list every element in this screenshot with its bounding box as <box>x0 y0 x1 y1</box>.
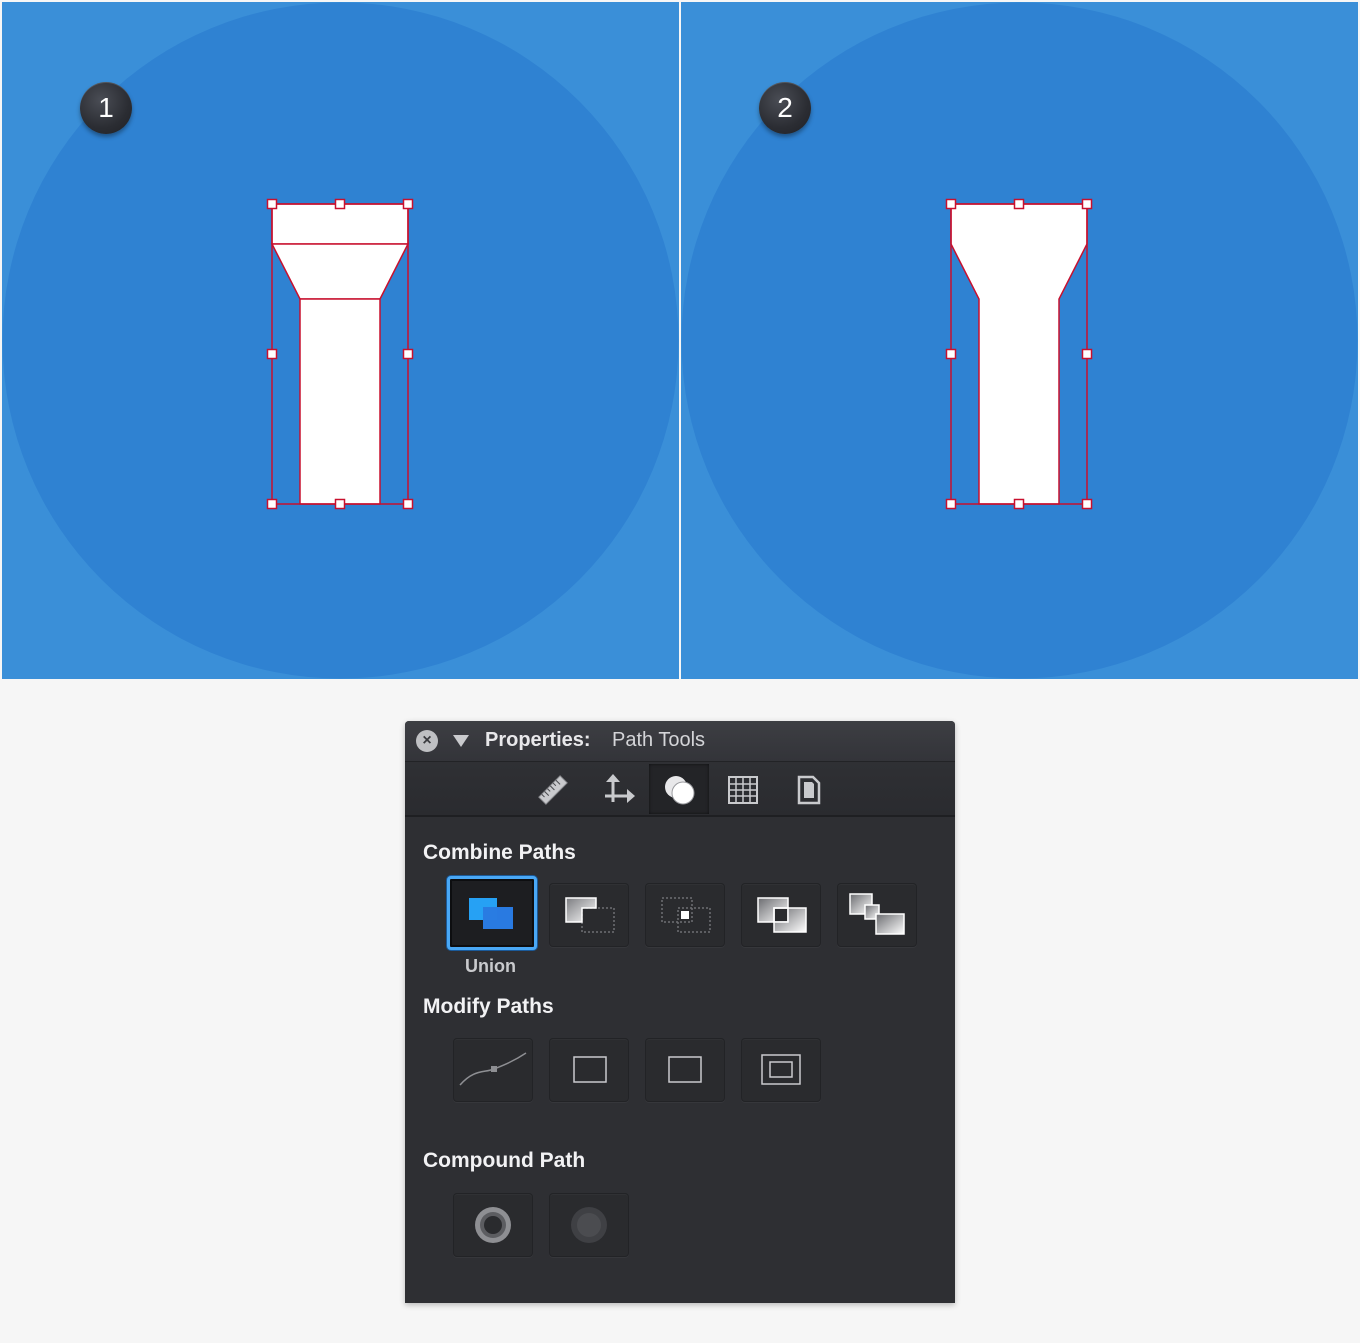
handle-bottom-center <box>334 498 346 510</box>
handle-top-left <box>266 198 278 210</box>
union-label: Union <box>465 956 516 976</box>
subtract-icon <box>565 897 615 933</box>
top-rect-shape[interactable] <box>271 203 409 245</box>
union-button[interactable] <box>447 876 537 950</box>
handle-middle-left <box>266 348 278 360</box>
inset-path-button[interactable] <box>741 1038 821 1102</box>
handle-middle-right <box>402 348 414 360</box>
divide-icon <box>849 893 905 935</box>
panel-titlebar: × Properties: Path Tools <box>405 721 955 762</box>
step-badge: 2 <box>759 82 811 134</box>
handle-bottom-center <box>1013 498 1025 510</box>
inset-path-icon <box>761 1054 801 1085</box>
tab-document[interactable] <box>779 764 839 814</box>
panel-title-label: Properties: <box>485 729 591 751</box>
handle-rect-shape[interactable] <box>299 298 381 505</box>
union-icon <box>469 898 513 929</box>
simplify-path-button[interactable] <box>453 1038 533 1102</box>
handle-middle-right <box>1081 348 1093 360</box>
handle-top-right <box>1081 198 1093 210</box>
panel-title-value: Path Tools <box>612 729 706 751</box>
artboard-step-2[interactable]: 2 <box>681 2 1358 679</box>
offset-path-icon <box>573 1056 607 1083</box>
subtract-button[interactable] <box>549 883 629 947</box>
handle-bottom-right <box>402 498 414 510</box>
handle-bottom-left <box>266 498 278 510</box>
handle-bottom-right <box>1081 498 1093 510</box>
outline-stroke-icon <box>668 1056 702 1083</box>
handle-top-center <box>334 198 346 210</box>
move-arrows-icon <box>605 774 635 803</box>
intersect-button[interactable] <box>645 883 725 947</box>
exclude-button[interactable] <box>741 883 821 947</box>
grid-icon <box>728 776 758 804</box>
tab-transform[interactable] <box>587 764 647 814</box>
properties-panel: × Properties: Path Tools Combine Paths U… <box>405 721 955 1303</box>
intersect-icon <box>661 897 711 933</box>
handle-top-left <box>945 198 957 210</box>
compound-path-title: Compound Path <box>423 1149 586 1172</box>
handle-bottom-left <box>945 498 957 510</box>
artboard-step-1[interactable]: 1 <box>2 2 679 679</box>
simplify-path-icon <box>459 1052 527 1086</box>
close-icon[interactable]: × <box>416 730 438 752</box>
handle-top-center <box>1013 198 1025 210</box>
tab-path-tools[interactable] <box>649 764 709 814</box>
release-compound-button[interactable] <box>549 1193 629 1257</box>
canvas-area: 1 2 <box>0 0 1360 680</box>
release-compound-icon <box>571 1207 607 1243</box>
tab-measure[interactable] <box>523 764 583 814</box>
panel-toolbar <box>405 762 955 817</box>
path-tools-icon <box>665 776 695 805</box>
exclude-icon <box>757 897 807 933</box>
outline-stroke-button[interactable] <box>645 1038 725 1102</box>
handle-middle-left <box>945 348 957 360</box>
ruler-icon <box>538 775 568 805</box>
combine-paths-title: Combine Paths <box>423 841 576 864</box>
offset-path-button[interactable] <box>549 1038 629 1102</box>
make-compound-icon <box>475 1207 511 1243</box>
handle-top-right <box>402 198 414 210</box>
make-compound-button[interactable] <box>453 1193 533 1257</box>
divide-button[interactable] <box>837 883 917 947</box>
tab-grid[interactable] <box>713 764 773 814</box>
document-icon <box>797 775 821 805</box>
modify-paths-title: Modify Paths <box>423 995 554 1018</box>
step-badge: 1 <box>80 82 132 134</box>
disclosure-triangle-icon[interactable] <box>453 735 469 747</box>
